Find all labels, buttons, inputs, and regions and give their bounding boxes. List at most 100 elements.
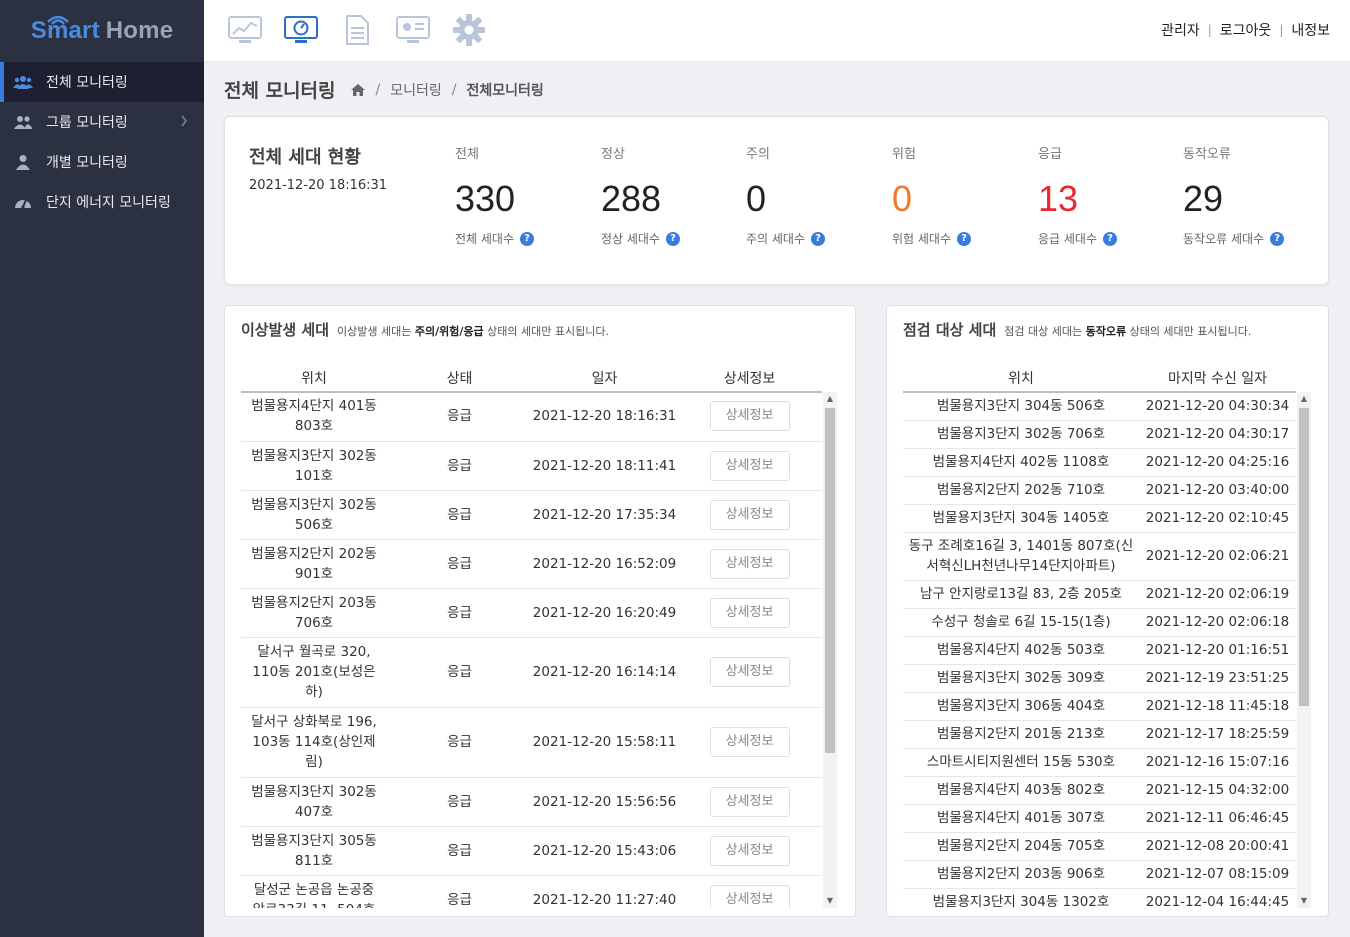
- table-row[interactable]: 범물용지3단지 302동 706호 2021-12-20 04:30:17: [903, 420, 1296, 449]
- help-icon[interactable]: ?: [666, 231, 681, 246]
- sidebar: Smart Home 전체 모니터링 그룹 모니터링 개별 모니터링 단지 에너지…: [0, 0, 204, 937]
- help-icon[interactable]: ?: [957, 231, 972, 246]
- stat-value: 0: [892, 178, 913, 219]
- scroll-thumb[interactable]: [1299, 408, 1309, 706]
- column-header-location[interactable]: 위치: [241, 364, 387, 393]
- panel-description: 점검 대상 세대는 동작오류 상태의 세대만 표시됩니다.: [1004, 325, 1252, 338]
- table-row[interactable]: 범물용지3단지 305동 811호 응급 2021-12-20 15:43:06 상세…: [241, 826, 822, 876]
- table-row[interactable]: 범물용지2단지 204동 705호 2021-12-08 20:00:41: [903, 832, 1296, 861]
- table-row[interactable]: 범물용지2단지 202동 710호 2021-12-20 03:40:00: [903, 476, 1296, 505]
- table-row[interactable]: 범물용지4단지 402동 503호 2021-12-20 01:16:51: [903, 636, 1296, 665]
- cell-status: 응급: [387, 588, 532, 638]
- stat-sublabel: 응급 세대수?: [1038, 230, 1178, 247]
- scroll-up-arrow-icon[interactable]: ▲: [823, 392, 837, 406]
- detail-button[interactable]: 상세정보: [709, 884, 790, 908]
- cell-last-received: 2021-12-20 04:25:16: [1139, 448, 1296, 477]
- app-logo[interactable]: Smart Home: [0, 0, 204, 62]
- table-row[interactable]: 범물용지3단지 302동 309호 2021-12-19 23:51:25: [903, 664, 1296, 693]
- admin-link[interactable]: 관리자: [1161, 20, 1200, 40]
- cell-status: 응급: [387, 539, 532, 589]
- cell-detail: 상세정보: [677, 637, 822, 708]
- column-header-location[interactable]: 위치: [903, 364, 1139, 393]
- detail-button[interactable]: 상세정보: [709, 450, 790, 481]
- scroll-down-arrow-icon[interactable]: ▼: [823, 894, 837, 908]
- column-header-last-received[interactable]: 마지막 수신 일자: [1139, 364, 1296, 393]
- help-icon[interactable]: ?: [1103, 231, 1118, 246]
- table-row[interactable]: 범물용지4단지 402동 1108호 2021-12-20 04:25:16: [903, 448, 1296, 477]
- home-icon[interactable]: [350, 83, 366, 97]
- sidebar-item-energy-monitoring[interactable]: 단지 에너지 모니터링: [0, 182, 204, 222]
- sidebar-item-overall-monitoring[interactable]: 전체 모니터링: [0, 62, 204, 102]
- stat-label: 응급: [1038, 147, 1062, 162]
- scroll-down-arrow-icon[interactable]: ▼: [1297, 894, 1311, 908]
- dashboard-monitor-icon[interactable]: [282, 10, 320, 50]
- my-info-link[interactable]: 내정보: [1291, 20, 1330, 40]
- document-icon[interactable]: [338, 10, 376, 50]
- wifi-icon: [47, 15, 69, 25]
- table-row[interactable]: 범물용지2단지 203동 706호 응급 2021-12-20 16:20:49 상세…: [241, 588, 822, 638]
- column-header-date[interactable]: 일자: [532, 364, 677, 393]
- detail-button[interactable]: 상세정보: [709, 835, 790, 866]
- cell-detail: 상세정보: [677, 588, 822, 638]
- detail-button[interactable]: 상세정보: [709, 657, 790, 687]
- breadcrumb-separator: /: [451, 82, 457, 98]
- table-row[interactable]: 달성군 논공읍 논공중앙로33길 11, 504호응급2021-12-20 11…: [241, 875, 822, 908]
- detail-button[interactable]: 상세정보: [709, 499, 790, 530]
- help-icon[interactable]: ?: [811, 231, 826, 246]
- column-header-detail[interactable]: 상세정보: [677, 364, 822, 393]
- chart-monitor-icon[interactable]: [226, 10, 264, 50]
- abnormal-table-body[interactable]: 범물용지4단지 401동 803호 응급 2021-12-20 18:16:31 상세…: [241, 392, 822, 908]
- cell-date: 2021-12-20 15:56:56: [532, 777, 677, 827]
- table-row[interactable]: 범물용지2단지 202동 901호 응급 2021-12-20 16:52:09 상세…: [241, 539, 822, 589]
- column-header-status[interactable]: 상태: [387, 364, 532, 393]
- sidebar-item-group-monitoring[interactable]: 그룹 모니터링: [0, 102, 204, 142]
- cell-location: 범물용지4단지 403동 802호: [903, 776, 1139, 805]
- table-row[interactable]: 범물용지3단지 302동 407호 응급 2021-12-20 15:56:56 상세…: [241, 777, 822, 827]
- scroll-thumb[interactable]: [825, 408, 835, 753]
- table-row[interactable]: 남구 안지랑로13길 83, 2층 205호 2021-12-20 02:06:1…: [903, 580, 1296, 609]
- table-row[interactable]: 달서구 월곡로 320, 110동 201호(보성은하) 응급 2021-12-20…: [241, 637, 822, 708]
- table-row[interactable]: 범물용지2단지 201동 213호 2021-12-17 18:25:59: [903, 720, 1296, 749]
- table-row[interactable]: 범물용지3단지 302동 506호 응급 2021-12-20 17:35:34 상세…: [241, 490, 822, 540]
- table-row[interactable]: 범물용지3단지 304동 1302호 2021-12-04 16:44:45: [903, 888, 1296, 908]
- detail-button[interactable]: 상세정보: [709, 727, 790, 757]
- detail-button[interactable]: 상세정보: [709, 597, 790, 628]
- breadcrumb-monitoring[interactable]: 모니터링: [390, 80, 442, 100]
- scroll-up-arrow-icon[interactable]: ▲: [1297, 392, 1311, 406]
- table-row[interactable]: 범물용지3단지 304동 506호 2021-12-20 04:30:34: [903, 392, 1296, 421]
- table-row[interactable]: 범물용지2단지 203동 906호 2021-12-07 08:15:09: [903, 860, 1296, 889]
- cell-location: 범물용지3단지 302동 407호: [241, 777, 387, 827]
- table-row[interactable]: 범물용지4단지 401동 803호 응급 2021-12-20 18:16:31 상세…: [241, 392, 822, 442]
- sidebar-item-individual-monitoring[interactable]: 개별 모니터링: [0, 142, 204, 182]
- table-row[interactable]: 동구 조례호16길 3, 1401동 807호(신서혁신LH천년나무14단지아파…: [903, 532, 1296, 581]
- cell-location: 범물용지2단지 203동 706호: [241, 588, 387, 638]
- gear-icon[interactable]: [450, 10, 488, 50]
- table-row[interactable]: 범물용지3단지 302동 101호 응급 2021-12-20 18:11:41 상세…: [241, 441, 822, 491]
- table-row[interactable]: 범물용지4단지 401동 307호 2021-12-11 06:46:45: [903, 804, 1296, 833]
- table-row[interactable]: 범물용지4단지 403동 802호 2021-12-15 04:32:00: [903, 776, 1296, 805]
- table-row[interactable]: 달서구 상화북로 196, 103동 114호(상인제림) 응급 2021-12-2…: [241, 707, 822, 778]
- abnormal-scrollbar[interactable]: ▲ ▼: [823, 392, 837, 908]
- cell-last-received: 2021-12-20 02:06:18: [1139, 608, 1296, 637]
- abnormal-households-panel: 이상발생 세대 이상발생 세대는 주의/위험/응급 상태의 세대만 표시됩니다.…: [224, 305, 856, 917]
- table-row[interactable]: 범물용지3단지 306동 404호 2021-12-18 11:45:18: [903, 692, 1296, 721]
- panel-title: 이상발생 세대: [241, 321, 330, 339]
- cell-location: 범물용지2단지 201동 213호: [903, 720, 1139, 749]
- inspection-table-body[interactable]: 범물용지3단지 304동 506호 2021-12-20 04:30:34 범물용지…: [903, 392, 1296, 908]
- cell-location: 범물용지3단지 304동 506호: [903, 392, 1139, 421]
- cell-date: 2021-12-20 18:11:41: [532, 441, 677, 491]
- cell-last-received: 2021-12-16 15:07:16: [1139, 748, 1296, 777]
- inspection-scrollbar[interactable]: ▲ ▼: [1297, 392, 1311, 908]
- help-icon[interactable]: ?: [520, 231, 535, 246]
- detail-button[interactable]: 상세정보: [709, 548, 790, 579]
- table-row[interactable]: 범물용지3단지 304동 1405호 2021-12-20 02:10:45: [903, 504, 1296, 533]
- cell-location: 동구 조례호16길 3, 1401동 807호(신서혁신LH천년나무14단지아파…: [903, 532, 1139, 581]
- logout-link[interactable]: 로그아웃: [1220, 20, 1272, 40]
- table-row[interactable]: 수성구 청솔로 6길 15-15(1층) 2021-12-20 02:06:18: [903, 608, 1296, 637]
- detail-button[interactable]: 상세정보: [709, 786, 790, 817]
- help-icon[interactable]: ?: [1270, 231, 1285, 246]
- table-row[interactable]: 스마트시티지원센터 15동 530호 2021-12-16 15:07:16: [903, 748, 1296, 777]
- cell-location: 범물용지2단지 202동 710호: [903, 476, 1139, 505]
- presentation-icon[interactable]: [394, 10, 432, 50]
- detail-button[interactable]: 상세정보: [709, 401, 790, 432]
